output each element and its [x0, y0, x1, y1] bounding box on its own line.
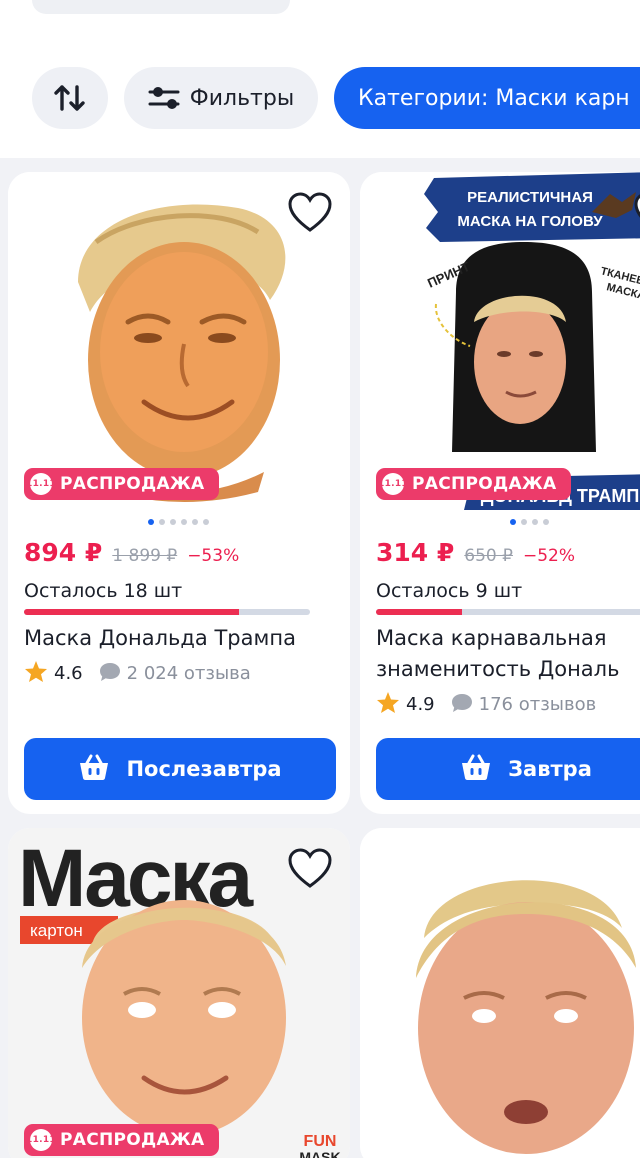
photo-dot [203, 519, 209, 525]
delivery-cart-button[interactable]: Послезавтра [24, 738, 336, 800]
product-title[interactable]: Маска Дональда Трампа [24, 623, 296, 654]
product-title-line: знаменитость Дональ [376, 657, 620, 681]
brand-logo-line: FUN [304, 1133, 337, 1150]
basket-icon [460, 753, 492, 786]
photo-dot [159, 519, 165, 525]
filters-bar: Фильтры Категории: Маски карн [0, 0, 640, 158]
stock-bar [376, 609, 640, 615]
sale-badge: 11.11 РАСПРОДАЖА [376, 468, 571, 500]
discount-percent: −52% [522, 546, 575, 566]
sort-arrows-icon [53, 83, 87, 113]
product-card[interactable]: 11.11 РАСПРОДАЖА 894 ₽ 1 899 ₽ −53% Оста… [8, 172, 350, 814]
photo-dot [181, 519, 187, 525]
rating-value: 4.9 [406, 694, 435, 715]
sale-badge: 11.11 РАСПРОДАЖА [24, 1124, 219, 1156]
photo-dot [521, 519, 527, 525]
product-image[interactable] [360, 828, 640, 1158]
star-icon [24, 660, 48, 687]
heart-icon[interactable] [634, 192, 640, 234]
heart-icon[interactable] [288, 192, 332, 234]
photo-dot [543, 519, 549, 525]
product-title-line: Маска Дональда Трампа [24, 626, 296, 650]
discount-percent: −53% [187, 546, 240, 566]
stock-remaining: Осталось 9 шт [376, 580, 523, 602]
sort-button[interactable] [32, 67, 108, 129]
photo-dot [170, 519, 176, 525]
star-icon [376, 691, 400, 718]
product-title[interactable]: Маска карнавальная знаменитость Дональ [376, 623, 619, 685]
sale-11-11-icon: 11.11 [26, 1129, 56, 1151]
sale-11-11-icon: 11.11 [378, 473, 408, 495]
review-bubble-icon [451, 693, 473, 717]
product-title-line: Маска карнавальная [376, 626, 607, 650]
old-price: 650 ₽ [464, 546, 513, 566]
current-price: 314 ₽ [376, 538, 455, 567]
sale-badge-label: РАСПРОДАЖА [412, 474, 557, 494]
sale-badge-label: РАСПРОДАЖА [60, 1130, 205, 1150]
review-bubble-icon [99, 662, 121, 686]
product-image[interactable]: РЕАЛИСТИЧНАЯ МАСКА НА ГОЛОВУ ПРИНТ ТКАНЕ… [360, 172, 640, 510]
rating-row: 4.9 176 отзывов [376, 691, 596, 718]
filters-button[interactable]: Фильтры [124, 67, 318, 129]
stock-bar-fill [24, 609, 239, 615]
stock-bar-fill [376, 609, 462, 615]
stock-remaining: Осталось 18 шт [24, 580, 183, 602]
photo-indicator [510, 519, 549, 525]
product-card[interactable]: РЕАЛИСТИЧНАЯ МАСКА НА ГОЛОВУ ПРИНТ ТКАНЕ… [360, 172, 640, 814]
heart-icon[interactable] [288, 848, 332, 890]
image-tag: картон [30, 921, 83, 940]
stock-bar [24, 609, 310, 615]
photo-dot [532, 519, 538, 525]
category-label: Категории: Маски карн [358, 85, 630, 111]
sale-badge: 11.11 РАСПРОДАЖА [24, 468, 219, 500]
sale-badge-label: РАСПРОДАЖА [60, 474, 205, 494]
photo-dot [148, 519, 154, 525]
old-price: 1 899 ₽ [112, 546, 178, 566]
brand-logo-line: MASK [299, 1149, 340, 1158]
image-banner-line: РЕАЛИСТИЧНАЯ [467, 189, 593, 206]
search-field-edge[interactable] [32, 0, 290, 14]
delivery-cart-button[interactable]: Завтра [376, 738, 640, 800]
product-card[interactable] [360, 828, 640, 1158]
category-chip[interactable]: Категории: Маски карн [334, 67, 640, 129]
rating-row: 4.6 2 024 отзыва [24, 660, 251, 687]
price-row: 894 ₽ 1 899 ₽ −53% [24, 538, 239, 567]
current-price: 894 ₽ [24, 538, 103, 567]
rating-value: 4.6 [54, 663, 83, 684]
review-count: 176 отзывов [478, 694, 597, 715]
image-banner-line: МАСКА НА ГОЛОВУ [457, 213, 603, 230]
delivery-label: Послезавтра [126, 757, 282, 781]
photo-dot [510, 519, 516, 525]
delivery-label: Завтра [508, 757, 592, 781]
photo-dot [192, 519, 198, 525]
basket-icon [78, 753, 110, 786]
review-count: 2 024 отзыва [126, 663, 251, 684]
sale-11-11-icon: 11.11 [26, 473, 56, 495]
filters-label: Фильтры [189, 85, 295, 111]
product-listing-page: Фильтры Категории: Маски карн 11.11 РАСП… [0, 0, 640, 1158]
sliders-icon [148, 85, 180, 111]
price-row: 314 ₽ 650 ₽ −52% [376, 538, 575, 567]
product-card[interactable]: Маска картон FUN MASK 11.11 РАСПРОДАЖА [8, 828, 350, 1158]
photo-indicator [148, 519, 209, 525]
